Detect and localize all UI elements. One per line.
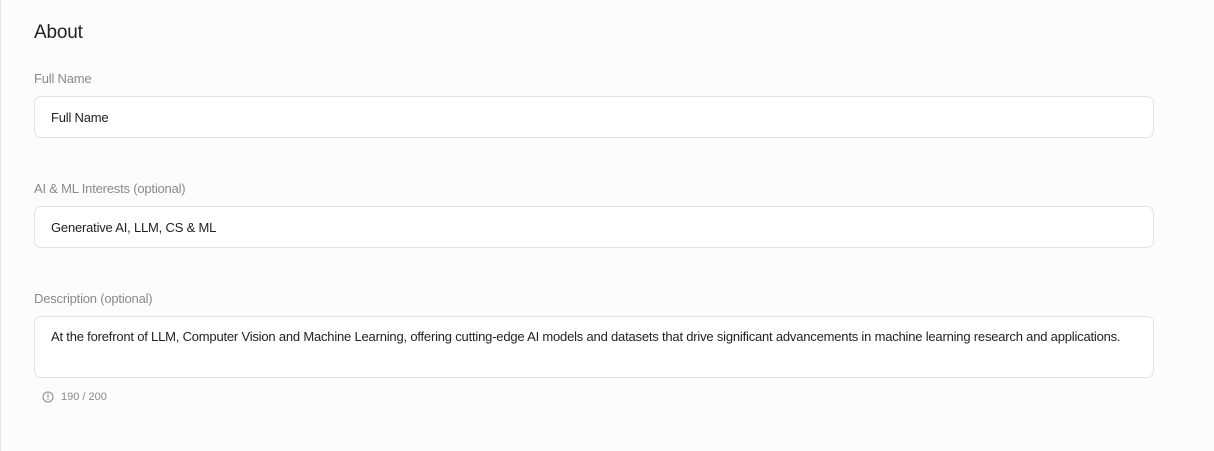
description-textarea[interactable]: At the forefront of LLM, Computer Vision…: [34, 316, 1154, 378]
full-name-label: Full Name: [34, 71, 92, 86]
interests-label: AI & ML Interests (optional): [34, 181, 186, 196]
full-name-value: Full Name: [51, 109, 109, 125]
char-count-text: 190 / 200: [61, 391, 107, 403]
full-name-input[interactable]: Full Name: [34, 96, 1154, 138]
description-label: Description (optional): [34, 291, 153, 306]
description-char-counter: 190 / 200: [42, 391, 107, 403]
interests-value: Generative AI, LLM, CS & ML: [51, 219, 217, 235]
section-title: About: [34, 22, 83, 43]
interests-input[interactable]: Generative AI, LLM, CS & ML: [34, 206, 1154, 248]
about-settings-panel: About Full Name Full Name AI & ML Intere…: [0, 0, 1214, 451]
description-value: At the forefront of LLM, Computer Vision…: [51, 329, 1121, 344]
info-circle-icon: [42, 391, 54, 403]
